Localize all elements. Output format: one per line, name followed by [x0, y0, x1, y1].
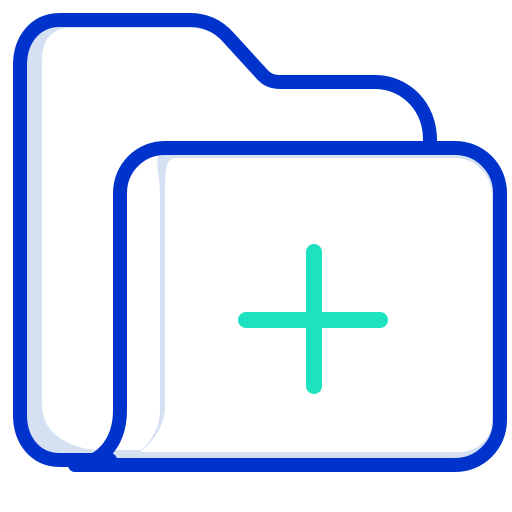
add-folder-icon [13, 13, 507, 472]
icon-canvas [0, 0, 512, 512]
